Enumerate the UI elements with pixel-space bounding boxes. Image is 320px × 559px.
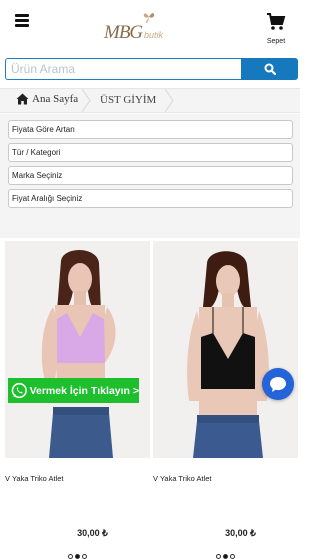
header: MBG butik Sepet xyxy=(0,0,300,56)
product-image[interactable] xyxy=(5,241,150,458)
breadcrumb-home[interactable]: Ana Sayfa xyxy=(16,93,78,105)
logo-subtext: butik xyxy=(144,30,164,40)
image-pagination xyxy=(5,554,150,559)
sort-select[interactable]: Fiyata Göre Artan xyxy=(8,120,293,139)
breadcrumb-separator-icon xyxy=(82,89,91,112)
brand-select[interactable]: Marka Seçiniz xyxy=(8,166,293,185)
breadcrumb-home-label: Ana Sayfa xyxy=(32,93,79,105)
chat-button[interactable] xyxy=(262,368,294,400)
pagination-dot-active[interactable] xyxy=(75,554,80,559)
breadcrumb-current[interactable]: ÜST GİYİM xyxy=(100,94,156,106)
logo[interactable]: MBG butik xyxy=(104,10,176,44)
pagination-dot[interactable] xyxy=(68,554,73,559)
search-icon xyxy=(264,63,276,75)
breadcrumb-separator-icon xyxy=(165,89,174,112)
shopping-cart-icon xyxy=(267,13,286,30)
chat-bubble-icon xyxy=(270,376,286,392)
pagination-dot[interactable] xyxy=(216,554,221,559)
product-image[interactable] xyxy=(153,241,298,458)
cart-button[interactable]: Sepet xyxy=(262,10,290,50)
whatsapp-button-label: Vermek İçin Tıklayın > xyxy=(29,384,139,397)
search-bar xyxy=(5,58,298,80)
product-price: 30,00 ₺ xyxy=(225,528,256,538)
product-price: 30,00 ₺ xyxy=(77,528,108,538)
whatsapp-order-button[interactable]: Vermek İçin Tıklayın > xyxy=(8,378,139,403)
breadcrumb: Ana Sayfa ÜST GİYİM xyxy=(0,88,300,113)
price-range-select[interactable]: Fiyat Aralığı Seçiniz xyxy=(8,189,293,208)
pagination-dot-active[interactable] xyxy=(223,554,228,559)
filter-panel: Fiyata Göre Artan Tür / Kategori Marka S… xyxy=(0,114,300,238)
whatsapp-icon xyxy=(11,382,27,399)
logo-text: MBG xyxy=(104,22,143,43)
search-input[interactable] xyxy=(5,58,241,80)
search-button[interactable] xyxy=(241,58,298,80)
butterfly-icon xyxy=(143,13,155,23)
product-name[interactable]: V Yaka Triko Atlet xyxy=(153,474,212,483)
pagination-dot[interactable] xyxy=(82,554,87,559)
pagination-dot[interactable] xyxy=(230,554,235,559)
cart-label: Sepet xyxy=(266,38,286,45)
hamburger-menu-icon[interactable] xyxy=(15,14,29,27)
home-icon xyxy=(16,93,29,105)
product-name[interactable]: V Yaka Triko Atlet xyxy=(5,474,64,483)
image-pagination xyxy=(153,554,298,559)
category-select[interactable]: Tür / Kategori xyxy=(8,143,293,162)
